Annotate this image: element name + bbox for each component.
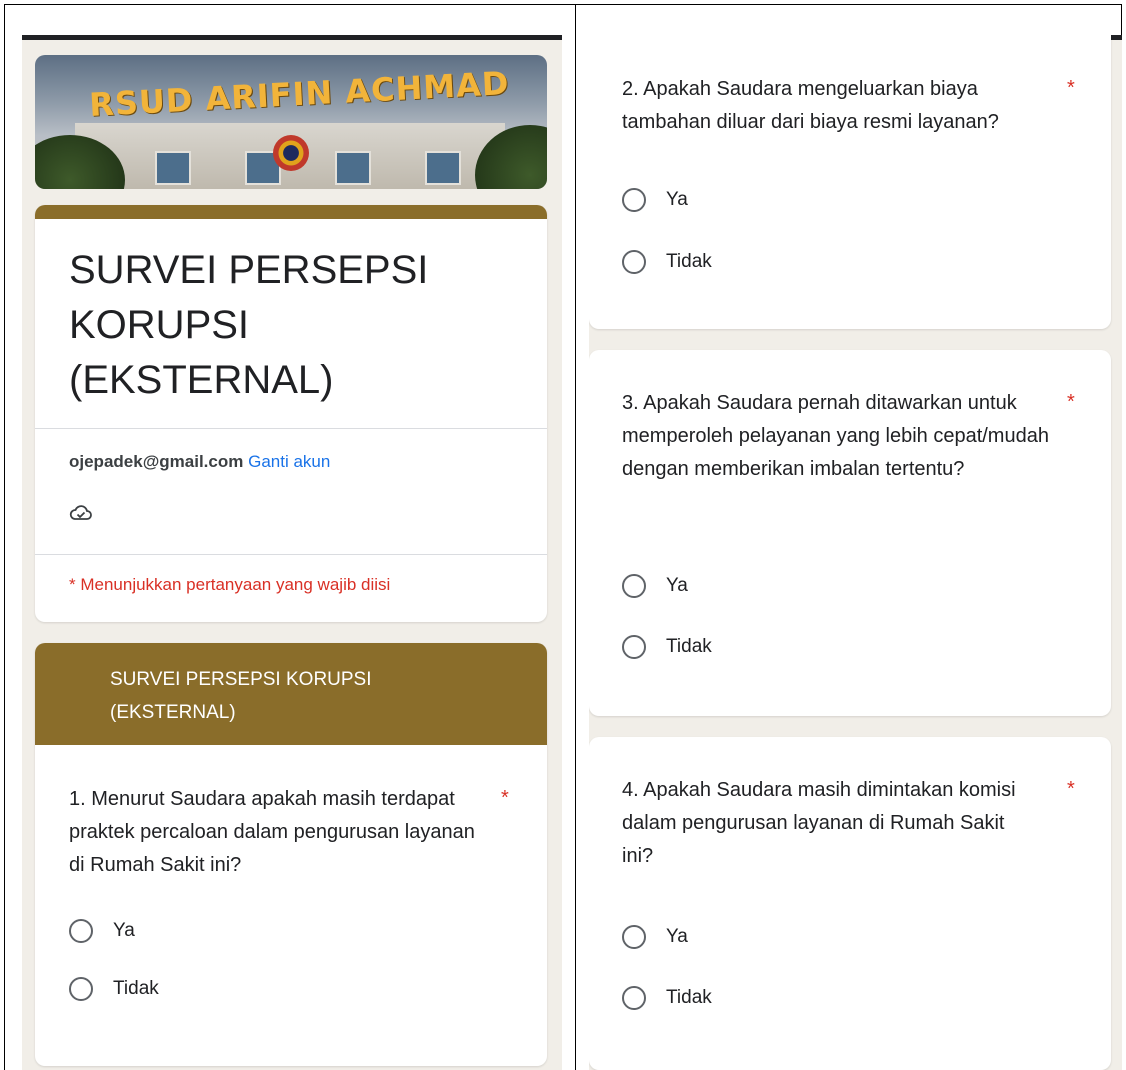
required-note: * Menunjukkan pertanyaan yang wajib diis… — [69, 575, 391, 594]
radio-button[interactable] — [622, 986, 646, 1010]
form-title-card: SURVEI PERSEPSI KORUPSI (EKSTERNAL) ojep… — [35, 205, 547, 622]
option-q1-ya[interactable]: Ya — [69, 919, 135, 943]
radio-button[interactable] — [69, 919, 93, 943]
form-title: SURVEI PERSEPSI KORUPSI (EKSTERNAL) — [69, 248, 429, 402]
option-q1-tidak[interactable]: Tidak — [69, 977, 159, 1001]
title-accent-bar — [35, 205, 547, 219]
option-label: Tidak — [113, 978, 159, 999]
question-1-text: 1. Menurut Saudara apakah masih terdapat… — [69, 788, 475, 876]
option-q4-ya[interactable]: Ya — [622, 925, 688, 949]
question-4-text: 4. Apakah Saudara masih dimintakan komis… — [622, 779, 1016, 867]
radio-button[interactable] — [69, 977, 93, 1001]
option-q3-tidak[interactable]: Tidak — [622, 635, 712, 659]
option-label: Tidak — [666, 987, 712, 1008]
option-q4-tidak[interactable]: Tidak — [622, 986, 712, 1010]
question-3-text: 3. Apakah Saudara pernah ditawarkan untu… — [622, 392, 1049, 480]
radio-button[interactable] — [622, 188, 646, 212]
header-banner-image: RSUD ARIFIN ACHMAD — [35, 55, 547, 189]
question-3-card: 3. Apakah Saudara pernah ditawarkan untu… — [589, 350, 1111, 716]
option-label: Tidak — [666, 636, 712, 657]
section-card: SURVEI PERSEPSI KORUPSI (EKSTERNAL) 1. M… — [35, 643, 547, 1066]
column-divider — [575, 4, 576, 1070]
radio-button[interactable] — [622, 574, 646, 598]
option-q2-ya[interactable]: Ya — [622, 188, 688, 212]
banner-sign-text: RSUD ARIFIN ACHMAD — [88, 64, 511, 124]
radio-button[interactable] — [622, 635, 646, 659]
status-top-bar — [22, 35, 562, 40]
question-2-text: 2. Apakah Saudara mengeluarkan biaya tam… — [622, 78, 999, 133]
section-title: SURVEI PERSEPSI KORUPSI (EKSTERNAL) — [110, 669, 372, 723]
option-label: Tidak — [666, 251, 712, 272]
required-asterisk: * — [1067, 778, 1075, 800]
option-q2-tidak[interactable]: Tidak — [622, 250, 712, 274]
option-label: Ya — [666, 575, 688, 596]
option-label: Ya — [666, 189, 688, 210]
form-panel-left[interactable]: RSUD ARIFIN ACHMAD SURVEI PERSEPSI KORUP… — [22, 35, 562, 1070]
radio-button[interactable] — [622, 250, 646, 274]
option-label: Ya — [113, 920, 135, 941]
option-q3-ya[interactable]: Ya — [622, 574, 688, 598]
account-info: ojepadek@gmail.com Ganti akun — [69, 452, 330, 472]
required-asterisk: * — [501, 787, 509, 809]
hospital-logo — [273, 135, 309, 171]
radio-button[interactable] — [622, 925, 646, 949]
option-label: Ya — [666, 926, 688, 947]
required-asterisk: * — [1067, 391, 1075, 413]
form-panel-right[interactable]: 2. Apakah Saudara mengeluarkan biaya tam… — [589, 35, 1122, 1070]
cloud-check-icon — [69, 505, 92, 520]
question-2-card: 2. Apakah Saudara mengeluarkan biaya tam… — [589, 35, 1111, 329]
required-asterisk: * — [1067, 77, 1075, 99]
section-header: SURVEI PERSEPSI KORUPSI (EKSTERNAL) — [35, 643, 547, 745]
question-4-card: 4. Apakah Saudara masih dimintakan komis… — [589, 737, 1111, 1070]
switch-account-link[interactable]: Ganti akun — [248, 452, 330, 471]
account-email: ojepadek@gmail.com — [69, 452, 244, 471]
